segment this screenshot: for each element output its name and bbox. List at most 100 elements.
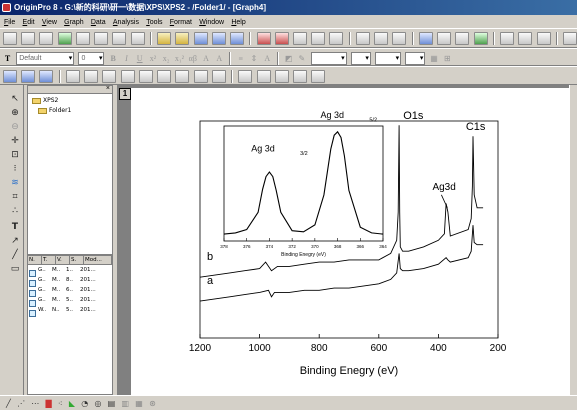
copy-icon[interactable] [518, 32, 533, 45]
add-legend-icon[interactable] [238, 70, 253, 83]
line-spacing-icon[interactable]: ⇕ [249, 52, 258, 65]
column-header-name[interactable]: N. [28, 256, 42, 265]
table-row[interactable]: W.. N.. 5.. 201... [28, 305, 112, 317]
text-tool-icon[interactable]: T [9, 221, 21, 233]
region-select-icon[interactable]: ⌗ [9, 191, 21, 203]
new-layout-icon[interactable] [112, 32, 127, 45]
pattern-combo[interactable] [375, 52, 402, 65]
code-builder-icon[interactable] [418, 32, 433, 45]
subscript-button[interactable]: x₂ [162, 52, 171, 65]
scale-bar-icon[interactable] [311, 70, 326, 83]
add-table-icon[interactable] [256, 70, 271, 83]
column-header-size[interactable]: S. [70, 256, 84, 265]
layer-tab[interactable]: 1 [119, 88, 131, 100]
3d-plot-icon[interactable]: ▥ [121, 398, 129, 409]
command-window-icon[interactable] [392, 32, 407, 45]
new-notes-icon[interactable] [130, 32, 145, 45]
add-layer-icon[interactable] [3, 70, 17, 83]
table-row[interactable]: G.. M.. 6.. 201... [28, 285, 112, 297]
area-plot-icon[interactable]: ◣ [69, 398, 75, 409]
data-selector-icon[interactable]: ⁝ [9, 163, 21, 175]
data-reader-icon[interactable]: ⊡ [9, 149, 21, 161]
menu-edit[interactable]: Edit [23, 16, 35, 28]
align-icon[interactable]: ≡ [236, 52, 245, 65]
column-header-view[interactable]: V. [56, 256, 70, 265]
contour-plot-icon[interactable]: ◎ [94, 398, 101, 409]
pie-plot-icon[interactable]: ◔ [81, 398, 88, 409]
text-tool-icon[interactable]: T [3, 52, 12, 65]
new-matrix-icon[interactable] [75, 32, 90, 45]
vertical-scrollbar[interactable] [569, 85, 577, 395]
open-icon[interactable] [157, 32, 172, 45]
statistics-plot-icon[interactable]: ▦ [135, 398, 143, 409]
supersubscript-button[interactable]: x₁² [175, 52, 184, 65]
menu-tools[interactable]: Tools [146, 16, 162, 28]
zoom-in-icon[interactable]: ⊕ [9, 107, 21, 119]
grid-icon[interactable]: ⊞ [443, 52, 452, 65]
pattern-fill-icon[interactable]: ▦ [430, 52, 439, 65]
color-picker-icon[interactable] [473, 32, 488, 45]
menu-file[interactable]: File [4, 16, 15, 28]
refresh-icon[interactable] [329, 32, 344, 45]
project-explorer-icon[interactable] [355, 32, 370, 45]
draw-data-icon[interactable]: ≋ [9, 177, 21, 189]
italic-button[interactable]: I [122, 52, 131, 65]
import-multiple-icon[interactable] [274, 32, 289, 45]
tree-item-root[interactable]: XPS2 [32, 97, 58, 104]
column-header-type[interactable]: T. [42, 256, 56, 265]
add-top-x-icon[interactable] [84, 70, 99, 83]
line-color-icon[interactable]: ✎ [297, 52, 306, 65]
line-width-combo[interactable] [350, 52, 371, 65]
menu-data[interactable]: Data [91, 16, 106, 28]
new-excel-icon[interactable] [39, 32, 54, 45]
font-name-combo[interactable]: Default [16, 52, 75, 65]
add-layer-left-icon[interactable] [175, 70, 190, 83]
arrange-layers-icon[interactable] [211, 70, 226, 83]
paste-icon[interactable] [536, 32, 551, 45]
decrease-font-button[interactable]: A [215, 52, 224, 65]
rectangle-tool-icon[interactable]: ▭ [9, 263, 21, 275]
save-template-icon[interactable] [230, 32, 245, 45]
zoom-out-icon[interactable]: ⊖ [9, 121, 21, 133]
line-style-combo[interactable] [310, 52, 347, 65]
menu-graph[interactable]: Graph [64, 16, 83, 28]
window-tile-icon[interactable] [562, 32, 577, 45]
close-icon[interactable]: × [106, 85, 110, 92]
import-ascii-icon[interactable] [256, 32, 271, 45]
add-inset-graph-icon[interactable] [138, 70, 153, 83]
menu-analysis[interactable]: Analysis [113, 16, 139, 28]
save-project-icon[interactable] [193, 32, 208, 45]
arrow-tool-icon[interactable]: ↗ [9, 235, 21, 247]
greek-button[interactable]: αβ [188, 52, 197, 65]
duplicate-icon[interactable] [455, 32, 470, 45]
add-layer-right-icon[interactable] [193, 70, 208, 83]
polar-plot-icon[interactable]: ⊛ [149, 398, 156, 409]
column-plot-icon[interactable]: ▇ [46, 398, 52, 409]
border-width-combo[interactable] [405, 52, 426, 65]
open-template-icon[interactable] [175, 32, 190, 45]
merge-graph-icon[interactable] [39, 70, 54, 83]
add-right-y-icon[interactable] [102, 70, 117, 83]
line-tool-icon[interactable]: ╱ [9, 249, 21, 261]
add-new-column-icon[interactable] [437, 32, 452, 45]
fill-color-icon[interactable]: ◩ [284, 52, 293, 65]
scatter-plot-icon[interactable]: ⁖ [58, 398, 63, 409]
template-library-icon[interactable]: ▤ [108, 398, 116, 409]
new-graph-icon[interactable] [57, 32, 72, 45]
rescale-icon[interactable] [65, 70, 80, 83]
dash-line-tool-icon[interactable]: ⋯ [31, 398, 39, 409]
save-window-icon[interactable] [211, 32, 226, 45]
menu-view[interactable]: View [42, 16, 57, 28]
bold-button[interactable]: B [109, 52, 118, 65]
timestamp-icon[interactable] [292, 70, 307, 83]
screen-reader-icon[interactable]: ✛ [9, 135, 21, 147]
mask-points-icon[interactable]: ∴ [9, 205, 21, 217]
dotted-line-tool-icon[interactable]: ⋰ [17, 398, 25, 409]
font-size-combo[interactable]: 0 [78, 52, 105, 65]
new-worksheet-icon[interactable] [21, 32, 36, 45]
increase-font-button[interactable]: A [202, 52, 211, 65]
menu-window[interactable]: Window [199, 16, 224, 28]
layer-manager-icon[interactable] [21, 70, 36, 83]
table-row[interactable]: G.. M.. 8.. 201... [28, 275, 112, 287]
menu-format[interactable]: Format [170, 16, 192, 28]
